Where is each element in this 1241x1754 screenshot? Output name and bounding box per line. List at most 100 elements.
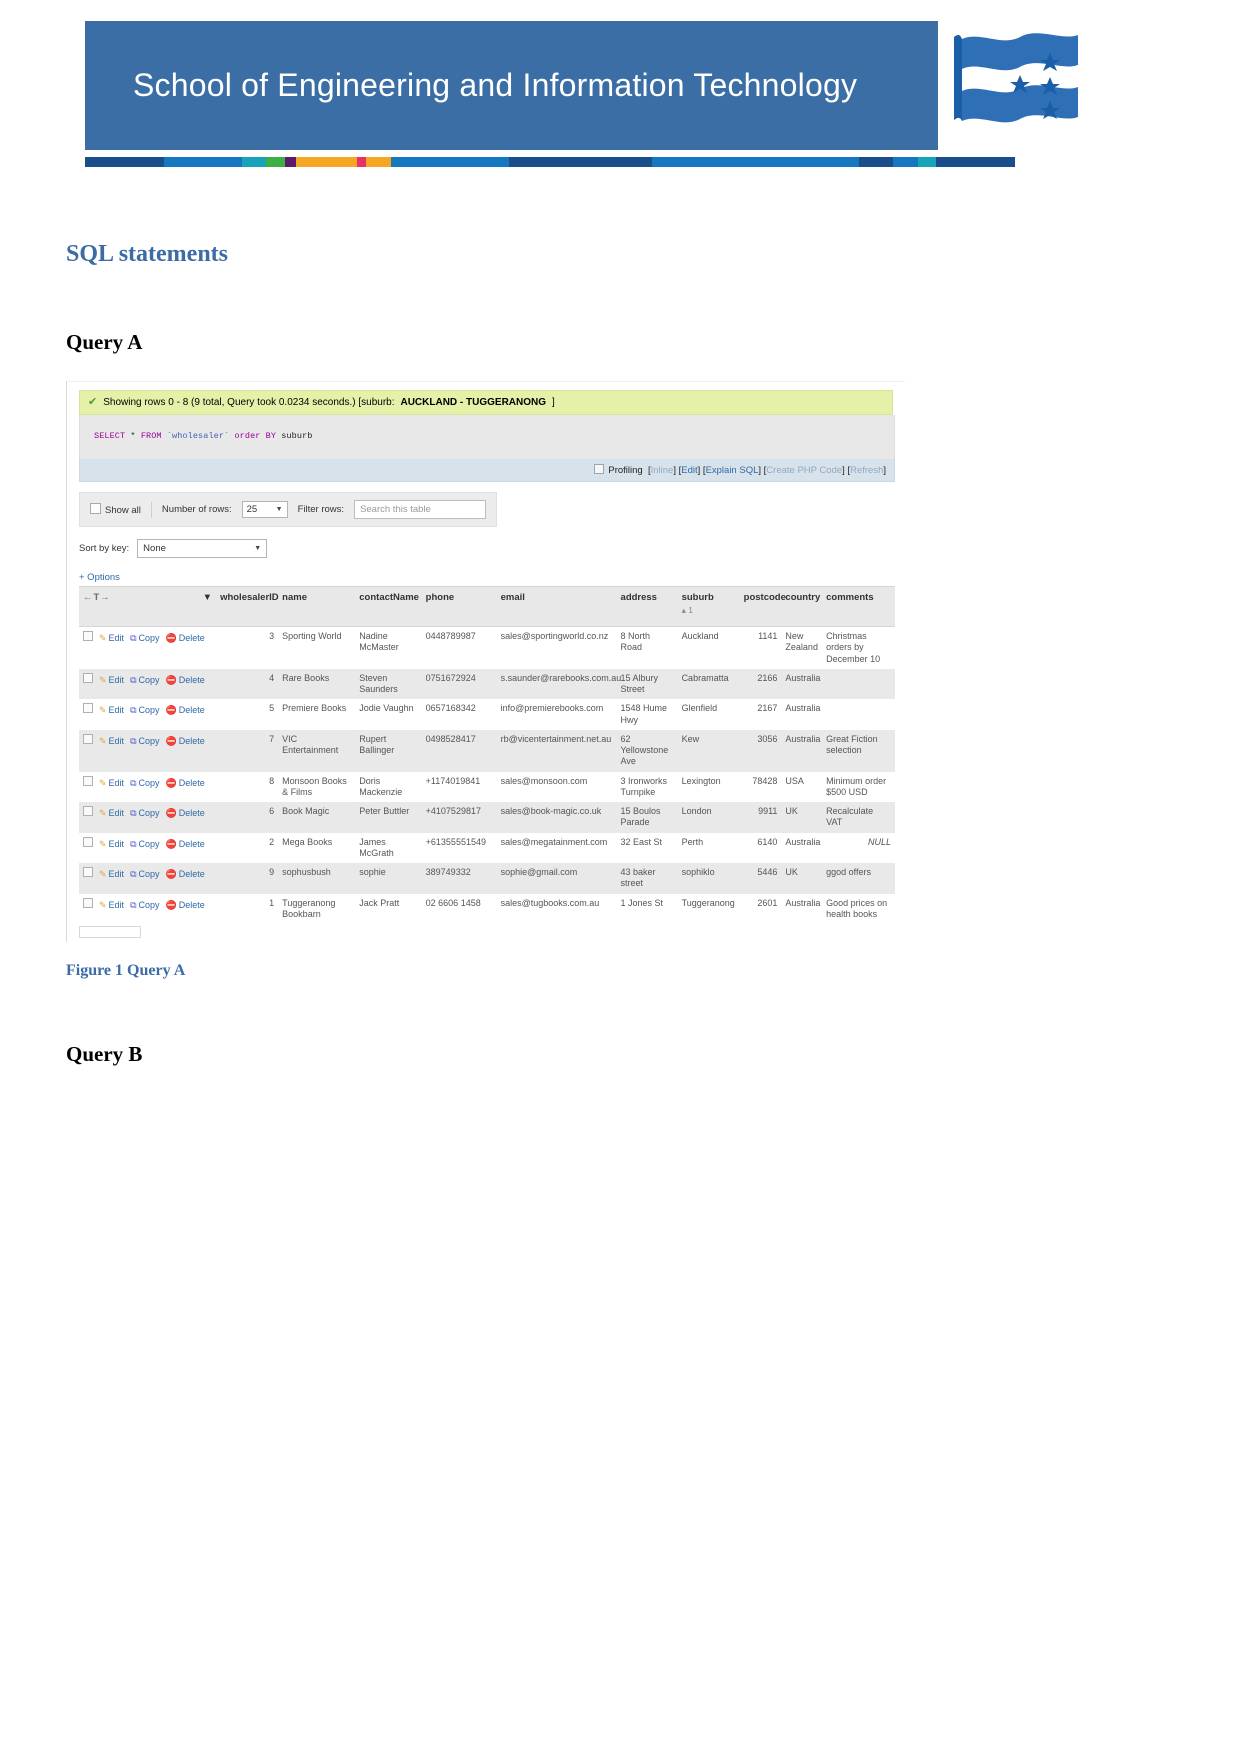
row-action-links[interactable]: ✎ Edit ⧉ Copy ⛔ Delete — [93, 839, 205, 849]
cell-comments — [822, 699, 895, 730]
refresh-link[interactable]: Refresh — [850, 465, 883, 476]
sql-query-text[interactable]: SELECT * FROM `wholesaler` order BY subu… — [94, 431, 882, 441]
color-rule-segment — [295, 157, 324, 167]
row-action-links[interactable]: ✎ Edit ⧉ Copy ⛔ Delete — [93, 808, 205, 818]
table-row[interactable]: ✎ Edit ⧉ Copy ⛔ Delete 6 Book Magic Peter Buttle… — [79, 802, 895, 833]
delete-icon: ⛔ — [165, 705, 177, 716]
cell-phone: +61355551549 — [421, 832, 497, 863]
row-select-checkbox[interactable] — [83, 631, 93, 641]
edit-link[interactable]: Edit — [681, 465, 697, 476]
color-rule-segment — [85, 157, 131, 167]
row-select-checkbox[interactable] — [83, 703, 93, 714]
row-actions-cell[interactable]: ✎ Edit ⧉ Copy ⛔ Delete — [79, 729, 217, 772]
row-actions-cell[interactable]: ✎ Edit ⧉ Copy ⛔ Delete — [79, 863, 217, 894]
row-select-checkbox[interactable] — [83, 775, 93, 786]
pencil-icon: ✎ — [99, 838, 107, 849]
table-row[interactable]: ✎ Edit ⧉ Copy ⛔ Delete 7 VIC Entertainment Ruper… — [79, 729, 895, 772]
horizontal-scrollbar[interactable] — [79, 926, 141, 938]
profiling-label: Profiling — [608, 465, 643, 476]
edit-action: Edit — [108, 899, 125, 910]
row-action-links[interactable]: ✎ Edit ⧉ Copy ⛔ Delete — [93, 900, 205, 910]
table-row[interactable]: ✎ Edit ⧉ Copy ⛔ Delete 9 sophusbush sophie 389749… — [79, 863, 895, 894]
row-action-links[interactable]: ✎ Edit ⧉ Copy ⛔ Delete — [93, 633, 205, 643]
cell-country: Australia — [781, 668, 823, 700]
column-header-wholesalerID[interactable]: wholesalerID — [216, 586, 279, 627]
pencil-icon: ✎ — [99, 899, 107, 910]
row-actions-cell[interactable]: ✎ Edit ⧉ Copy ⛔ Delete — [79, 802, 217, 833]
column-header-postcode[interactable]: postcode — [739, 586, 786, 627]
options-toggle-link[interactable]: + Options — [79, 572, 895, 583]
cell-phone: +4107529817 — [421, 802, 497, 833]
table-row[interactable]: ✎ Edit ⧉ Copy ⛔ Delete 2 Mega Books James McGrat… — [79, 832, 895, 863]
cell-email: sophie@gmail.com — [496, 863, 617, 894]
row-select-checkbox[interactable] — [83, 836, 93, 847]
sql-keyword-from: FROM — [140, 431, 162, 441]
row-select-checkbox[interactable] — [83, 806, 93, 816]
column-header-address[interactable]: address — [616, 586, 678, 627]
column-header-email[interactable]: email — [496, 586, 617, 627]
profiling-checkbox[interactable] — [594, 464, 605, 474]
figure-caption: Figure 1 Query A — [66, 962, 186, 979]
cell-contactName: Jodie Vaughn — [355, 699, 422, 730]
cell-postcode: 5446 — [739, 863, 782, 894]
column-header-country[interactable]: country — [781, 586, 823, 627]
cell-postcode: 2167 — [739, 699, 782, 730]
column-header-comments[interactable]: comments — [822, 586, 895, 627]
row-actions-cell[interactable]: ✎ Edit ⧉ Copy ⛔ Delete — [79, 832, 217, 863]
color-rule-segment — [509, 157, 589, 167]
row-actions-cell[interactable]: ✎ Edit ⧉ Copy ⛔ Delete — [79, 771, 217, 802]
copy-action: Copy — [138, 735, 160, 746]
sort-by-key-row: Sort by key: None ▼ — [79, 539, 895, 558]
row-actions-cell[interactable]: ✎ Edit ⧉ Copy ⛔ Delete — [79, 668, 217, 700]
sort-by-key-select[interactable]: None ▼ — [137, 539, 268, 558]
row-select-checkbox[interactable] — [83, 867, 93, 877]
cell-wholesalerID: 5 — [216, 699, 279, 730]
explain-sql-link[interactable]: Explain SQL — [706, 465, 759, 476]
number-of-rows-select[interactable]: 25 ▼ — [241, 501, 288, 518]
banner-title: School of Engineering and Information Te… — [133, 67, 858, 103]
column-header-name[interactable]: name — [278, 586, 356, 627]
inline-link[interactable]: Inline — [651, 465, 674, 476]
show-all-control[interactable]: Show all — [90, 503, 141, 516]
row-action-links[interactable]: ✎ Edit ⧉ Copy ⛔ Delete — [93, 869, 205, 879]
column-header-suburb[interactable]: suburb ▴ 1 — [677, 586, 740, 627]
copy-action: Copy — [138, 705, 160, 716]
row-action-links[interactable]: ✎ Edit ⧉ Copy ⛔ Delete — [93, 675, 205, 685]
cell-postcode: 6140 — [739, 832, 782, 863]
table-row[interactable]: ✎ Edit ⧉ Copy ⛔ Delete 5 Premiere Books Jodie Va… — [79, 699, 895, 730]
table-row[interactable]: ✎ Edit ⧉ Copy ⛔ Delete 4 Rare Books Steven Saund… — [79, 668, 895, 700]
delete-icon: ⛔ — [165, 838, 177, 849]
chevron-down-icon[interactable]: ▼ — [203, 592, 212, 603]
table-row[interactable]: ✎ Edit ⧉ Copy ⛔ Delete 1 Tuggeranong Bookbarn Ja… — [79, 893, 895, 924]
row-select-checkbox[interactable] — [83, 672, 93, 683]
university-flag-logo — [954, 33, 1078, 123]
row-actions-cell[interactable]: ✎ Edit ⧉ Copy ⛔ Delete — [79, 893, 217, 924]
copy-action: Copy — [138, 838, 160, 849]
filter-rows-input[interactable]: Search this table — [354, 500, 487, 519]
show-all-checkbox[interactable] — [90, 503, 101, 514]
row-actions-cell[interactable]: ✎ Edit ⧉ Copy ⛔ Delete — [79, 699, 217, 730]
cell-country: UK — [781, 863, 823, 894]
cell-name: Monsoon Books & Films — [278, 771, 356, 802]
row-action-links[interactable]: ✎ Edit ⧉ Copy ⛔ Delete — [93, 736, 205, 746]
row-action-links[interactable]: ✎ Edit ⧉ Copy ⛔ Delete — [93, 705, 205, 715]
row-actions-header[interactable]: ←T→ ▼ — [79, 586, 217, 627]
pencil-icon: ✎ — [99, 808, 107, 818]
row-select-checkbox[interactable] — [83, 897, 93, 908]
sql-order-column: suburb — [281, 431, 313, 441]
cell-contactName: James McGrath — [355, 832, 422, 863]
row-actions-cell[interactable]: ✎ Edit ⧉ Copy ⛔ Delete — [79, 626, 217, 669]
create-php-code-link[interactable]: Create PHP Code — [766, 465, 842, 476]
cell-comments: Good prices on health books — [822, 893, 895, 924]
table-row[interactable]: ✎ Edit ⧉ Copy ⛔ Delete 8 Monsoon Books & Films D… — [79, 771, 895, 802]
column-header-phone[interactable]: phone — [421, 586, 497, 627]
phpmyadmin-screenshot: ✔ Showing rows 0 - 8 (9 total, Query too… — [66, 381, 905, 942]
row-select-checkbox[interactable] — [83, 733, 93, 744]
color-rule-segment — [391, 157, 442, 167]
row-action-links[interactable]: ✎ Edit ⧉ Copy ⛔ Delete — [93, 778, 205, 788]
sql-query-box: SELECT * FROM `wholesaler` order BY subu… — [79, 415, 895, 459]
table-row[interactable]: ✎ Edit ⧉ Copy ⛔ Delete 3 Sporting World Nadine M… — [79, 626, 895, 669]
copy-action: Copy — [138, 674, 160, 685]
column-header-contactName[interactable]: contactName — [355, 586, 422, 627]
cell-phone: 0448789987 — [421, 626, 497, 669]
